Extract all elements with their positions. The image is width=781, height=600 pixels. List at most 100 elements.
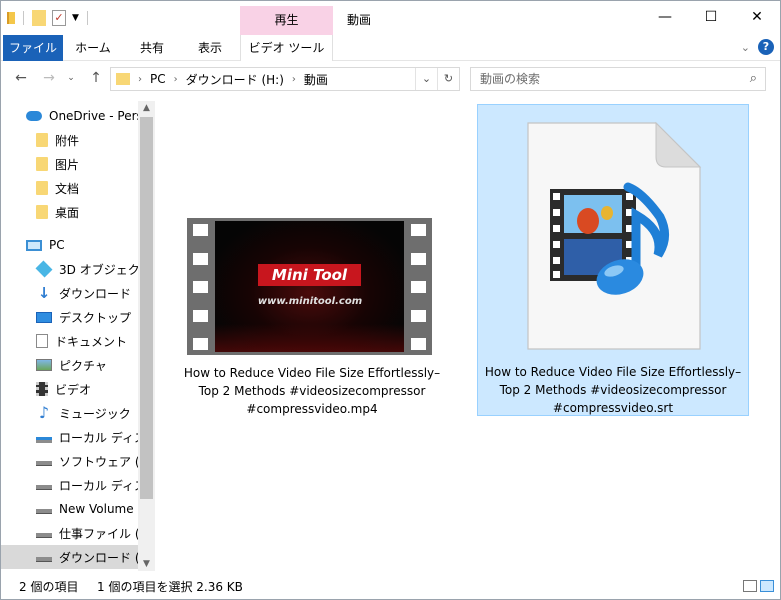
navigation-pane: OneDrive - Pers 附件 图片 文档 桌面 PC 3D オブジェクト… xyxy=(1,101,156,571)
sidebar-item-work-files-drive[interactable]: 仕事ファイル (G xyxy=(1,521,138,545)
file-name-line-1: How to Reduce Video File Size Effortless… xyxy=(484,365,742,379)
sidebar-item-local-disk-2[interactable]: ローカル ディスク xyxy=(1,473,138,497)
status-bar: 2 個の項目 1 個の項目を選択 2.36 KB xyxy=(1,576,780,599)
sidebar-item-pictures[interactable]: ピクチャ xyxy=(1,353,138,377)
back-arrow-icon[interactable]: ← xyxy=(11,68,31,88)
sidebar-item-label: 文档 xyxy=(55,181,80,196)
drive-icon xyxy=(36,509,52,514)
scroll-up-icon[interactable]: ▲ xyxy=(138,103,155,113)
minitool-logo: Mini Tool xyxy=(258,264,361,286)
forward-arrow-icon[interactable]: → xyxy=(39,68,59,88)
file-name-line-2: Top 2 Methods #videosizecompressor xyxy=(198,384,426,398)
sidebar-item-label: ドキュメント xyxy=(55,334,128,349)
folder-icon xyxy=(36,133,48,147)
search-input[interactable]: 動画の検索 ⌕ xyxy=(470,67,766,91)
chevron-right-icon[interactable]: › xyxy=(292,74,296,85)
folder-icon xyxy=(36,157,48,171)
sidebar-item-label: New Volume ( xyxy=(59,502,138,516)
search-icon[interactable]: ⌕ xyxy=(750,68,757,90)
sidebar-item-download-drive[interactable]: ダウンロード (H:) xyxy=(1,545,138,569)
tab-home[interactable]: ホーム xyxy=(68,35,118,61)
sidebar-item-label: ダウンロード xyxy=(59,286,132,301)
explorer-window: ✓ ▼ 再生 動画 — ☐ ✕ ファイル ホーム 共有 表示 ビデオ ツール ⌄… xyxy=(0,0,781,600)
expand-ribbon-icon[interactable]: ⌄ xyxy=(741,41,750,54)
large-icons-view-icon[interactable] xyxy=(760,580,774,592)
sidebar-item-label: OneDrive - Pers xyxy=(49,109,138,123)
refresh-icon[interactable]: ↻ xyxy=(437,68,459,90)
sidebar-item-label: 仕事ファイル (G xyxy=(59,526,138,541)
sidebar-scrollbar[interactable]: ▲ ▼ xyxy=(138,101,155,571)
pc-icon xyxy=(26,239,42,251)
sidebar-item-videos[interactable]: ビデオ xyxy=(1,377,138,401)
address-bar[interactable]: › PC › ダウンロード (H:) › 動画 ⌄ ↻ xyxy=(110,67,460,91)
tab-view[interactable]: 表示 xyxy=(185,35,235,61)
video-frame: Mini Tool www.minitool.com xyxy=(215,221,404,352)
file-name-line-1: How to Reduce Video File Size Effortless… xyxy=(183,366,441,380)
navigation-bar: ← → ⌄ ↑ › PC › ダウンロード (H:) › 動画 ⌄ ↻ 動画の検… xyxy=(1,64,780,94)
sidebar-item-downloads[interactable]: ↓ ダウンロード xyxy=(1,281,138,305)
contextual-tab-group: 再生 xyxy=(240,6,333,35)
breadcrumb-video-folder[interactable]: 動画 xyxy=(304,71,328,88)
sidebar-item-onedrive[interactable]: OneDrive - Pers xyxy=(1,104,138,128)
toolbar-separator xyxy=(86,11,88,25)
sidebar-item-label: ダウンロード (H:) xyxy=(59,550,138,565)
sidebar-item-software-drive[interactable]: ソフトウェア (D:) xyxy=(1,449,138,473)
quick-access-toolbar: ✓ ▼ xyxy=(7,8,90,28)
close-button[interactable]: ✕ xyxy=(734,1,780,33)
properties-icon[interactable]: ✓ xyxy=(52,10,66,26)
sidebar-item-pc[interactable]: PC xyxy=(1,233,138,257)
video-thumbnail: Mini Tool www.minitool.com xyxy=(187,218,432,355)
sidebar-item-label: PC xyxy=(49,238,65,252)
recent-locations-icon[interactable]: ⌄ xyxy=(61,68,81,88)
sidebar-item-label: ピクチャ xyxy=(59,358,107,373)
chevron-right-icon[interactable]: › xyxy=(174,74,178,85)
new-folder-icon[interactable] xyxy=(32,10,46,26)
file-item-mp4[interactable]: Mini Tool www.minitool.com How to Reduce… xyxy=(179,211,445,417)
drive-icon xyxy=(36,461,52,466)
sidebar-item-folder[interactable]: 图片 xyxy=(1,152,138,176)
sidebar-item-folder[interactable]: 文档 xyxy=(1,176,138,200)
breadcrumb-download-drive[interactable]: ダウンロード (H:) xyxy=(186,71,284,88)
sidebar-item-folder[interactable]: 附件 xyxy=(1,128,138,152)
help-icon[interactable]: ? xyxy=(758,39,774,55)
scrollbar-thumb[interactable] xyxy=(140,117,153,499)
drive-icon xyxy=(36,485,52,490)
chevron-right-icon[interactable]: › xyxy=(138,74,142,85)
tab-video-tools[interactable]: ビデオ ツール xyxy=(240,35,333,61)
sidebar-item-label: ミュージック xyxy=(59,406,131,421)
sidebar-item-desktop[interactable]: デスクトップ xyxy=(1,305,138,329)
sidebar-item-3d-objects[interactable]: 3D オブジェクト xyxy=(1,257,138,281)
folder-icon xyxy=(36,181,48,195)
sidebar-item-new-volume[interactable]: New Volume ( xyxy=(1,497,138,521)
minimize-button[interactable]: — xyxy=(642,1,688,33)
customize-qat-icon[interactable]: ▼ xyxy=(72,13,79,23)
details-view-icon[interactable] xyxy=(743,580,757,592)
sidebar-item-documents[interactable]: ドキュメント xyxy=(1,329,138,353)
file-item-srt[interactable]: How to Reduce Video File Size Effortless… xyxy=(477,104,749,416)
search-placeholder: 動画の検索 xyxy=(480,72,541,86)
tab-file[interactable]: ファイル xyxy=(3,35,63,61)
sidebar-item-label: 附件 xyxy=(55,133,80,148)
scroll-down-icon[interactable]: ▼ xyxy=(138,559,155,569)
media-file-icon xyxy=(527,121,702,350)
window-title: 動画 xyxy=(347,13,372,27)
address-dropdown-icon[interactable]: ⌄ xyxy=(415,68,437,90)
sidebar-item-label: ビデオ xyxy=(55,382,92,397)
sidebar-item-folder[interactable]: 桌面 xyxy=(1,200,138,224)
explorer-folder-icon xyxy=(7,12,15,24)
sidebar-item-label: 3D オブジェクト xyxy=(59,262,138,277)
sidebar-item-music[interactable]: ♪ ミュージック xyxy=(1,401,138,425)
toolbar-separator xyxy=(23,11,24,25)
ribbon-tabs: ファイル ホーム 共有 表示 ビデオ ツール ⌄ ? xyxy=(1,35,780,61)
maximize-button[interactable]: ☐ xyxy=(688,1,734,33)
desktop-icon xyxy=(36,311,52,323)
breadcrumb-pc[interactable]: PC xyxy=(150,72,166,86)
sidebar-item-local-disk[interactable]: ローカル ディスク xyxy=(1,425,138,449)
video-icon xyxy=(36,382,48,396)
tab-share[interactable]: 共有 xyxy=(125,35,179,61)
item-count: 2 個の項目 xyxy=(19,580,79,594)
pictures-icon xyxy=(36,359,52,371)
up-arrow-icon[interactable]: ↑ xyxy=(86,68,106,88)
music-icon: ♪ xyxy=(38,403,50,422)
sidebar-item-label: ローカル ディスク xyxy=(59,478,138,493)
